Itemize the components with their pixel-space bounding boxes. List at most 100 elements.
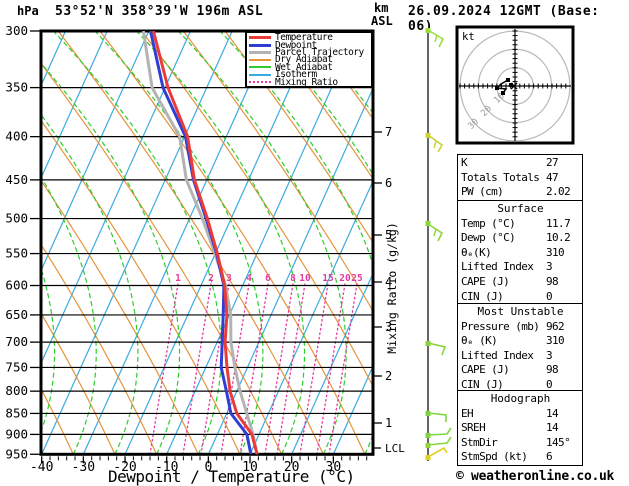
- info-box-surface: Surface Temp (°C) 11.7 Dewp (°C) 10.2 θₑ(K) 31…: [457, 200, 583, 306]
- lcl-label: LCL: [385, 442, 405, 455]
- pressure-tick-label: 850: [5, 405, 28, 420]
- wind-barb-icon: [427, 342, 447, 356]
- xaxis-title: Dewpoint / Temperature (°C): [108, 467, 355, 486]
- mixing-ratio-label: 6: [265, 273, 271, 284]
- legend-swatch-mixing-ratio: [249, 81, 271, 84]
- legend: Temperature Dewpoint Parcel Trajectory Dry …: [245, 31, 373, 88]
- info-row-value: 145°: [546, 435, 571, 449]
- pressure-tick-label: 950: [5, 446, 28, 461]
- info-row: CAPE (J) 98: [461, 275, 580, 290]
- km-tick-label: 2: [385, 369, 392, 383]
- dry-adiabat-line: [600, 31, 629, 454]
- skewt-screen: hPa 53°52'N 358°39'W 196m ASL km ASL 26.…: [0, 0, 629, 486]
- info-row: Lifted Index 3: [461, 349, 580, 364]
- legend-item: Mixing Ratio: [249, 76, 371, 88]
- info-row-label: Dewp (°C): [461, 231, 516, 245]
- hodograph-trace-point: [501, 91, 505, 95]
- pressure-tick-label: 450: [5, 172, 28, 187]
- info-row-value: 962: [546, 319, 565, 333]
- pressure-tick-label: 900: [5, 426, 28, 441]
- info-row: CAPE (J) 98: [461, 363, 580, 378]
- info-row-value: 10.2: [546, 231, 571, 245]
- info-row-value: 47: [546, 170, 559, 184]
- info-row-label: PW (cm): [461, 185, 504, 199]
- wind-barbs: [425, 28, 452, 461]
- mixing-ratio-label: 20: [339, 273, 351, 284]
- legend-label: Mixing Ratio: [275, 76, 338, 88]
- wind-barb-feather: [433, 228, 437, 237]
- mixing-ratio-label: 8: [290, 273, 296, 284]
- hodograph-unit-label: kt: [462, 31, 475, 43]
- legend-swatch-parcel-trajectory: [249, 50, 271, 54]
- info-row: Lifted Index 3: [461, 260, 580, 275]
- copyright: © weatheronline.co.uk: [456, 469, 615, 484]
- info-row-label: CAPE (J): [461, 363, 510, 377]
- legend-swatch-dewpoint: [249, 43, 271, 47]
- info-row-label: StmDir: [461, 435, 498, 449]
- mixing-ratio-label: 3: [226, 273, 232, 284]
- mixing-ratio-lines: 1 2 3 4 6 8 10 15 20 25: [149, 273, 363, 455]
- wind-barb-feather: [433, 140, 437, 149]
- info-row-label: StmSpd (kt): [461, 450, 528, 464]
- pressure-tick-label: 800: [5, 383, 28, 398]
- km-tick-label: 7: [385, 125, 392, 139]
- info-row-value: 6: [546, 450, 553, 464]
- pressure-tick-label: 550: [5, 246, 28, 261]
- info-row: Temp (°C) 11.7: [461, 217, 580, 232]
- legend-swatch-temperature: [249, 36, 271, 40]
- info-row-label: Pressure (mb): [461, 319, 540, 333]
- info-row: Dewp (°C) 10.2: [461, 231, 580, 246]
- info-row: StmDir 145°: [461, 436, 580, 451]
- info-box-title: Hodograph: [490, 392, 551, 405]
- info-row: PW (cm) 2.02: [461, 185, 580, 200]
- info-box-most-unstable: Most Unstable Pressure (mb) 962 θₑ (K) 310 Li…: [457, 303, 583, 394]
- km-tick-label: 1: [385, 416, 392, 430]
- info-row-value: 14: [546, 406, 559, 420]
- legend-swatch-wet-adiabat: [249, 66, 271, 69]
- info-row: CIN (J) 0: [461, 290, 580, 305]
- info-row: θₑ (K) 310: [461, 334, 580, 349]
- legend-swatch-isotherm: [249, 73, 271, 76]
- legend-swatch-dry-adiabat: [249, 58, 271, 61]
- info-row-value: 310: [546, 245, 565, 259]
- wind-barb-icon: [427, 412, 447, 422]
- info-row-label: θₑ(K): [461, 245, 492, 259]
- hodograph-trace-point: [506, 78, 510, 82]
- info-box-title: Surface: [497, 202, 544, 215]
- info-row-value: 11.7: [546, 216, 571, 230]
- info-row-label: SREH: [461, 421, 486, 435]
- pressure-tick-label: 750: [5, 359, 28, 374]
- info-row-label: EH: [461, 406, 474, 420]
- info-row-label: θₑ (K): [461, 334, 498, 348]
- info-row: Pressure (mb) 962: [461, 320, 580, 335]
- temp-tick-label: -40: [30, 460, 53, 475]
- mixing-ratio-label: 1: [175, 273, 181, 284]
- pressure-tick-label: 350: [5, 80, 28, 95]
- info-row-label: CAPE (J): [461, 274, 510, 288]
- info-row-value: 3: [546, 348, 553, 362]
- info-row: Totals Totals 47: [461, 171, 580, 186]
- info-row-label: Totals Totals: [461, 170, 540, 184]
- info-row-value: 3: [546, 260, 553, 274]
- info-row-value: 98: [546, 274, 559, 288]
- info-row-value: 0: [546, 289, 553, 303]
- info-row-value: 98: [546, 363, 559, 377]
- info-row-label: Lifted Index: [461, 348, 534, 362]
- pressure-tick-label: 650: [5, 307, 28, 322]
- info-box-indices: K 27 Totals Totals 47 PW (cm) 2.02: [457, 154, 583, 201]
- wind-barb-icon: [427, 436, 452, 446]
- mixing-ratio-axis-label: Mixing Ratio (g/kg): [385, 222, 399, 354]
- info-row: θₑ(K) 310: [461, 246, 580, 261]
- mixing-ratio-line: [182, 283, 212, 455]
- info-row-label: Lifted Index: [461, 260, 534, 274]
- info-box-hodograph: Hodograph EH 14 SREH 14 StmDir 145° StmSpd (kt)…: [457, 390, 583, 466]
- info-row-label: CIN (J): [461, 289, 504, 303]
- info-row-label: Temp (°C): [461, 216, 516, 230]
- pressure-tick-label: 700: [5, 334, 28, 349]
- info-row: SREH 14: [461, 421, 580, 436]
- wind-barb-feather: [434, 34, 438, 43]
- pressure-tick-label: 600: [5, 278, 28, 293]
- km-tick-label: 6: [385, 176, 392, 190]
- info-row-value: 2.02: [546, 185, 571, 199]
- wind-barb-icon: [427, 446, 448, 458]
